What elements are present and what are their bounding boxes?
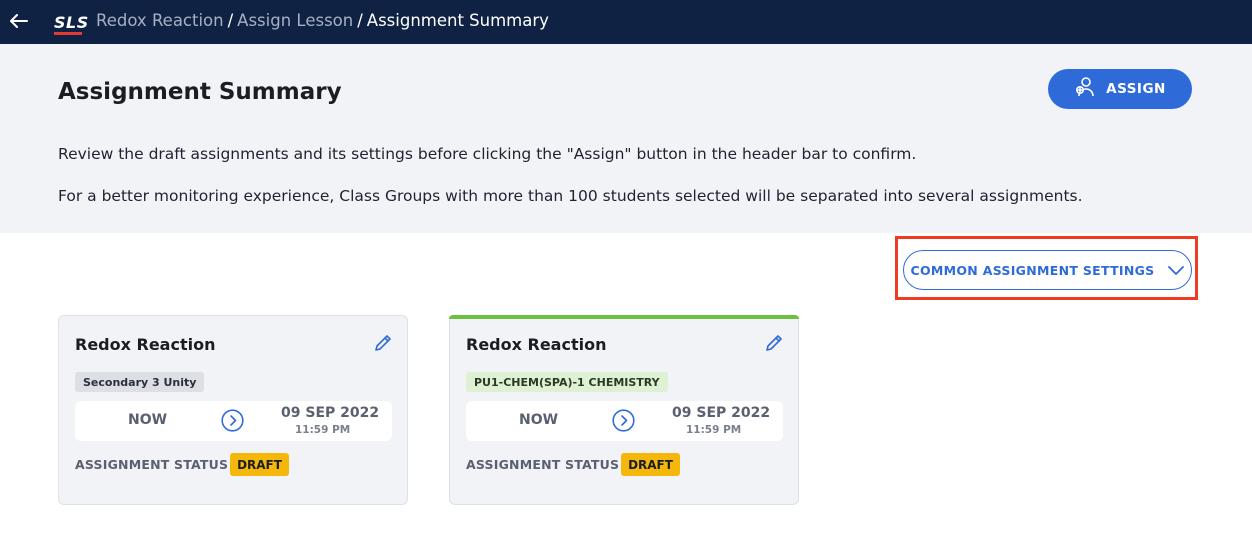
start-date: NOW [519,412,559,428]
breadcrumb-separator: / [227,11,234,30]
card-accent-bar [449,315,799,319]
breadcrumb-item-assign-lesson[interactable]: Assign Lesson [237,11,353,30]
breadcrumb-separator: / [357,11,363,30]
sls-logo[interactable]: SLS [54,12,89,35]
assignment-status-label: ASSIGNMENT STATUS [466,457,620,472]
top-bar: SLS Redox Reaction / Assign Lesson / Assignm… [0,0,1252,44]
chevron-down-icon [1168,261,1185,280]
date-range: NOW 09 SEP 2022 11:59 PM [75,401,392,441]
assignment-card: Redox Reaction PU1-CHEM(SPA)-1 CHEMISTRY… [449,315,799,505]
edit-pencil-icon[interactable] [373,333,393,353]
info-text-review: Review the draft assignments and its set… [58,145,917,163]
status-badge: DRAFT [621,453,680,476]
breadcrumb-item-current: Assignment Summary [366,11,549,30]
edit-pencil-icon[interactable] [764,333,784,353]
class-group-tag: Secondary 3 Unity [75,372,205,392]
info-text-monitoring: For a better monitoring experience, Clas… [58,187,1083,205]
breadcrumb-item-lesson[interactable]: Redox Reaction [96,11,224,30]
due-date: 09 SEP 2022 [672,405,771,421]
start-date: NOW [128,412,168,428]
arrow-right-circle-icon[interactable] [221,409,244,432]
page-title: Assignment Summary [58,79,342,105]
assign-user-icon [1074,76,1096,102]
logo-text: SLS [54,12,89,32]
due-time: 11:59 PM [686,424,742,436]
due-time: 11:59 PM [295,424,351,436]
common-settings-button[interactable]: COMMON ASSIGNMENT SETTINGS [903,250,1192,290]
breadcrumb: Redox Reaction / Assign Lesson / Assignment … [96,11,549,30]
back-arrow-icon[interactable] [8,8,30,34]
assign-button-label: ASSIGN [1106,81,1166,97]
card-title: Redox Reaction [75,335,216,354]
common-settings-label: COMMON ASSIGNMENT SETTINGS [910,262,1155,278]
class-group-tag: PU1-CHEM(SPA)-1 CHEMISTRY [466,372,668,392]
due-date: 09 SEP 2022 [281,405,380,421]
assign-button[interactable]: ASSIGN [1048,69,1192,109]
assignment-card: Redox Reaction Secondary 3 Unity NOW 09 … [58,315,408,505]
status-badge: DRAFT [230,453,289,476]
date-range: NOW 09 SEP 2022 11:59 PM [466,401,783,441]
logo-underline [54,32,82,35]
arrow-right-circle-icon[interactable] [612,409,635,432]
card-title: Redox Reaction [466,335,607,354]
assignment-status-label: ASSIGNMENT STATUS [75,457,229,472]
